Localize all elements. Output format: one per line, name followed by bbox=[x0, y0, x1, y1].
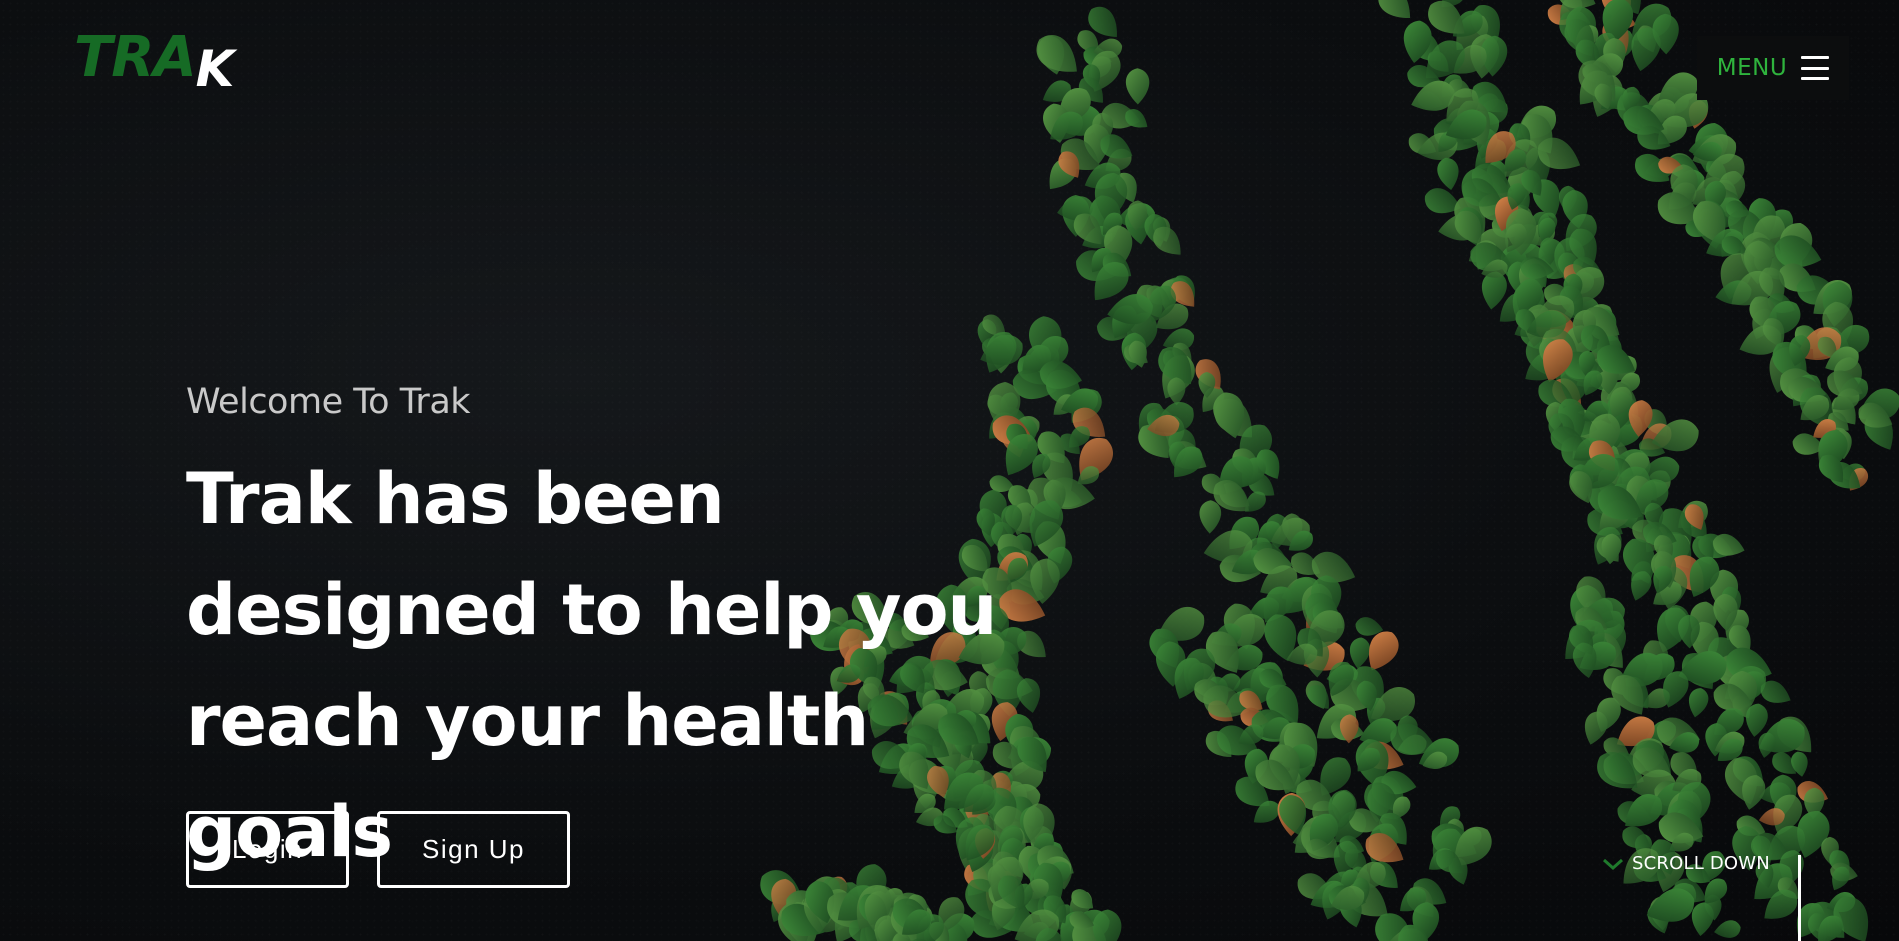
leaf-shape bbox=[1167, 377, 1186, 406]
signup-button[interactable]: Sign Up bbox=[377, 811, 570, 888]
landing-page: TRAK MENU Welcome To Trak Trak has been … bbox=[0, 0, 1899, 941]
menu-button[interactable]: MENU bbox=[1697, 36, 1849, 100]
leaf-shape bbox=[1712, 918, 1743, 941]
logo-text-white: K bbox=[195, 40, 235, 98]
logo-text-green: TRA bbox=[74, 25, 197, 90]
welcome-subtitle: Welcome To Trak bbox=[186, 382, 471, 422]
login-button[interactable]: Login bbox=[186, 811, 349, 888]
auth-buttons: Login Sign Up bbox=[186, 811, 570, 888]
hamburger-icon bbox=[1801, 56, 1830, 80]
trak-logo[interactable]: TRAK bbox=[74, 30, 234, 95]
menu-label: MENU bbox=[1716, 55, 1788, 81]
scroll-down-link[interactable]: SCROLL DOWN bbox=[1602, 853, 1770, 874]
leaf-shape bbox=[1347, 636, 1372, 670]
leaf-shape bbox=[1198, 499, 1222, 534]
scroll-indicator-line bbox=[1798, 855, 1801, 941]
leaf-shape bbox=[1125, 68, 1150, 105]
scroll-down-label: SCROLL DOWN bbox=[1632, 853, 1770, 874]
leaf-shape bbox=[1789, 750, 1811, 779]
leaf-shape bbox=[1435, 156, 1462, 192]
chevron-down-icon bbox=[1603, 858, 1623, 870]
leaf-shape bbox=[1685, 686, 1711, 720]
